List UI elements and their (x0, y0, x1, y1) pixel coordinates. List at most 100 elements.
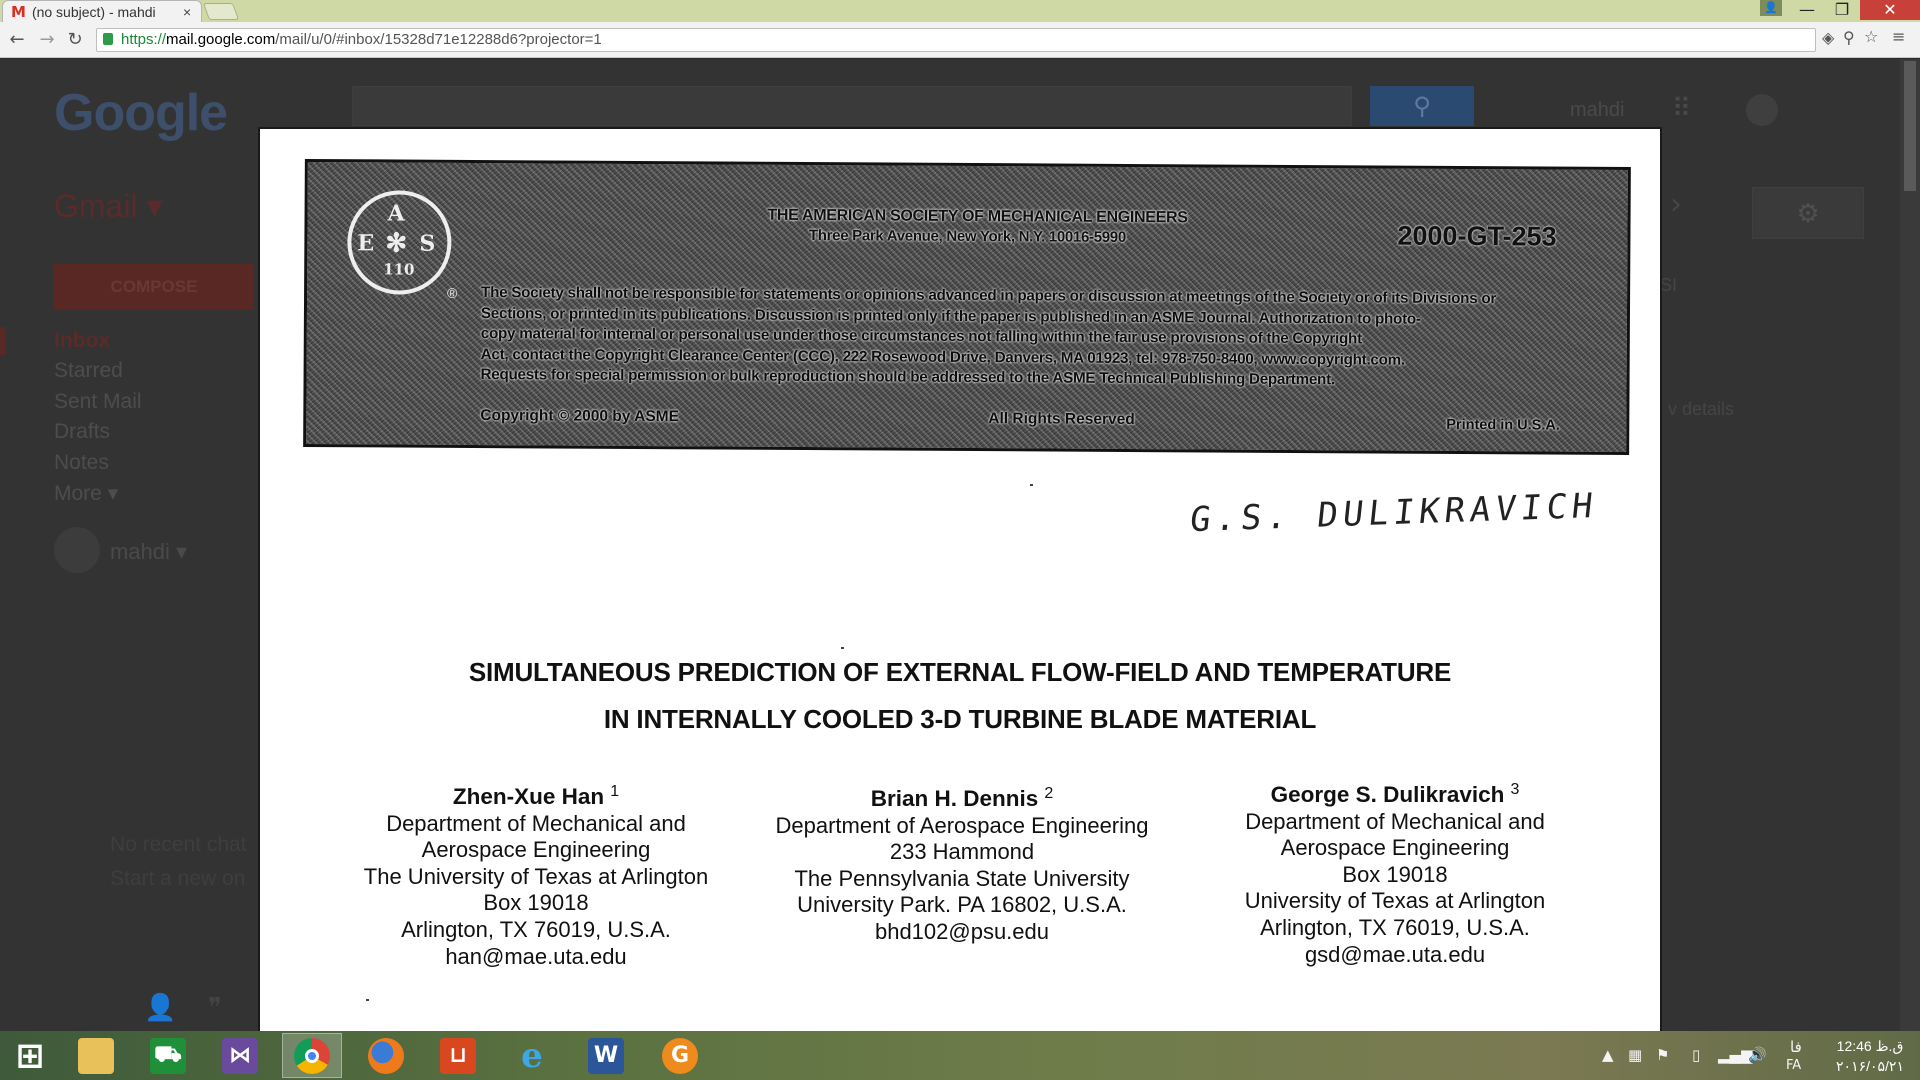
author-1: Zhen-Xue Han 1 Department of Mechanical … (363, 783, 709, 969)
language-code[interactable]: FA (1786, 1058, 1801, 1073)
nav-sent-mail: Sent Mail (54, 390, 142, 413)
taskbar-visual-studio[interactable]: ⋈ (210, 1033, 270, 1078)
restore-button[interactable]: ❐ (1825, 0, 1859, 20)
registered-mark: ® (447, 284, 458, 301)
new-tab-button[interactable] (202, 3, 240, 20)
taskbar-office-hub[interactable]: ⊔ (428, 1033, 488, 1078)
nav-drafts: Drafts (54, 420, 111, 443)
author-mark: 3 (1510, 781, 1520, 798)
forward-button[interactable]: → (36, 29, 58, 51)
paper-title-line-1: SIMULTANEOUS PREDICTION OF EXTERNAL FLOW… (468, 657, 1452, 687)
windows-logo-icon: ⊞ (15, 1035, 45, 1076)
profile-icon[interactable]: 👤 (1760, 0, 1782, 16)
tab-gmail[interactable]: M (no subject) - mahdi × (2, 0, 202, 22)
taskbar-file-explorer[interactable] (66, 1033, 126, 1078)
chevron-right-icon: › (1670, 187, 1682, 222)
asme-copyright: Copyright © 2000 by ASME (480, 407, 679, 426)
chat-empty-text: No recent chat (110, 833, 247, 856)
google-logo: Google (54, 84, 228, 142)
zoom-icon[interactable]: ⚲ (1843, 28, 1855, 47)
apps-grid-icon: ⠿ (1672, 94, 1692, 124)
gmail-user-name: mahdi (1570, 99, 1625, 121)
taskbar-store[interactable]: ⛟ (138, 1033, 198, 1078)
nav-inbox: Inbox (54, 329, 110, 352)
action-center-icon[interactable]: ▦ (1628, 1046, 1642, 1064)
extension-icon[interactable]: ◈ (1822, 28, 1834, 47)
firefox-icon (368, 1037, 404, 1074)
minimize-button[interactable]: — (1790, 0, 1824, 20)
gmail-label: Gmail ▾ (54, 188, 163, 224)
author-3: George S. Dulikravich 3 Department of Me… (1244, 781, 1546, 967)
battery-icon[interactable]: ▯ (1692, 1046, 1700, 1064)
url-path: /mail/u/0/#inbox/15328d71e12288d6?projec… (275, 31, 602, 48)
vertical-scrollbar[interactable] (1900, 59, 1920, 1031)
inbox-indicator (0, 327, 6, 355)
author-name: Brian H. Dennis (870, 786, 1039, 811)
nav-notes: Notes (54, 451, 109, 474)
gear-icon: ⚙ (1752, 187, 1864, 239)
chrome-menu-icon[interactable]: ≡ (1892, 27, 1905, 46)
notifications-icon (1746, 94, 1778, 126)
author-mark: 2 (1044, 785, 1054, 802)
close-window-button[interactable]: ✕ (1860, 0, 1920, 20)
language-script[interactable]: فا (1790, 1038, 1802, 1056)
tab-title: (no subject) - mahdi (31, 3, 156, 20)
tab-close-icon[interactable]: × (183, 4, 201, 20)
scan-speck (1030, 484, 1033, 486)
browser-titlebar: M (no subject) - mahdi × 👤 — ❐ ✕ (0, 0, 1920, 22)
search-icon: ⚲ (1370, 86, 1474, 126)
nav-starred: Starred (54, 359, 123, 382)
pdf-page: A E S ✻ 110 ® THE AMERICAN SOCIETY OF ME… (260, 129, 1660, 1031)
taskbar-chrome[interactable] (282, 1033, 342, 1078)
person-icon: 👤 (144, 993, 177, 1023)
taskbar-pdf-tool[interactable]: G (650, 1033, 710, 1078)
taskbar-firefox[interactable] (356, 1033, 416, 1078)
show-hidden-icons[interactable]: ▲ (1602, 1046, 1614, 1064)
hangouts-icon: ❞ (208, 993, 222, 1023)
taskbar-internet-explorer[interactable]: e (502, 1033, 562, 1078)
system-clock[interactable]: 12:46 ق.ظ ۲۰۱۶/۰۵/۲۱ (1825, 1036, 1915, 1076)
paper-title-line-2: IN INTERNALLY COOLED 3-D TURBINE BLADE M… (603, 704, 1317, 734)
address-bar[interactable]: https://mail.google.com/mail/u/0/#inbox/… (96, 28, 1816, 52)
clock-date: ۲۰۱۶/۰۵/۲۱ (1836, 1058, 1904, 1074)
flag-icon[interactable]: ⚑ (1656, 1046, 1669, 1064)
reload-button[interactable]: ↻ (64, 29, 86, 51)
chat-start-text: Start a new on (110, 867, 246, 890)
handwritten-signature: G.S. DULIKRAVICH (1188, 485, 1600, 541)
back-button[interactable]: ← (6, 29, 28, 51)
asme-header-box: A E S ✻ 110 ® THE AMERICAN SOCIETY OF ME… (303, 158, 1631, 456)
browser-toolbar: ← → ↻ https://mail.google.com/mail/u/0/#… (0, 22, 1920, 58)
pdf-tool-icon: G (662, 1037, 698, 1074)
start-button[interactable]: ⊞ (0, 1033, 60, 1078)
taskbar-word[interactable]: W (576, 1033, 636, 1078)
avatar (54, 527, 100, 573)
asme-rights: All Rights Reserved (988, 410, 1135, 429)
word-icon: W (588, 1037, 624, 1074)
gmail-search-input (352, 86, 1352, 126)
chrome-icon (294, 1037, 330, 1074)
office-icon: ⊔ (440, 1037, 476, 1074)
visual-studio-icon: ⋈ (222, 1037, 258, 1074)
compose-button: COMPOSE (54, 264, 254, 310)
bookmark-star-icon[interactable]: ☆ (1864, 27, 1878, 46)
nav-more: More ▾ (54, 482, 119, 505)
right-fragment-1: SI (1660, 275, 1678, 295)
author-name: George S. Dulikravich (1270, 782, 1505, 807)
internet-explorer-icon: e (521, 1035, 543, 1076)
asme-printed: Printed in U.S.A. (1446, 416, 1560, 434)
author-name: Zhen-Xue Han (452, 784, 605, 809)
account-name: mahdi ▾ (110, 539, 188, 564)
lock-icon (103, 33, 113, 45)
store-icon: ⛟ (150, 1037, 186, 1074)
scan-speck (366, 999, 369, 1001)
paper-number: 2000-GT-253 (1397, 220, 1557, 252)
gmail-favicon-icon: M (11, 2, 26, 21)
url-host: mail.google.com (166, 31, 276, 48)
url-scheme: https:// (121, 31, 167, 48)
right-fragment-2: v details (1668, 399, 1735, 419)
scan-speck (841, 647, 844, 649)
volume-icon[interactable]: 🔊 (1748, 1046, 1767, 1064)
scrollbar-thumb[interactable] (1904, 61, 1916, 191)
author-mark: 1 (610, 783, 620, 800)
asme-disclaimer: The Society shall not be responsible for… (480, 284, 1497, 389)
